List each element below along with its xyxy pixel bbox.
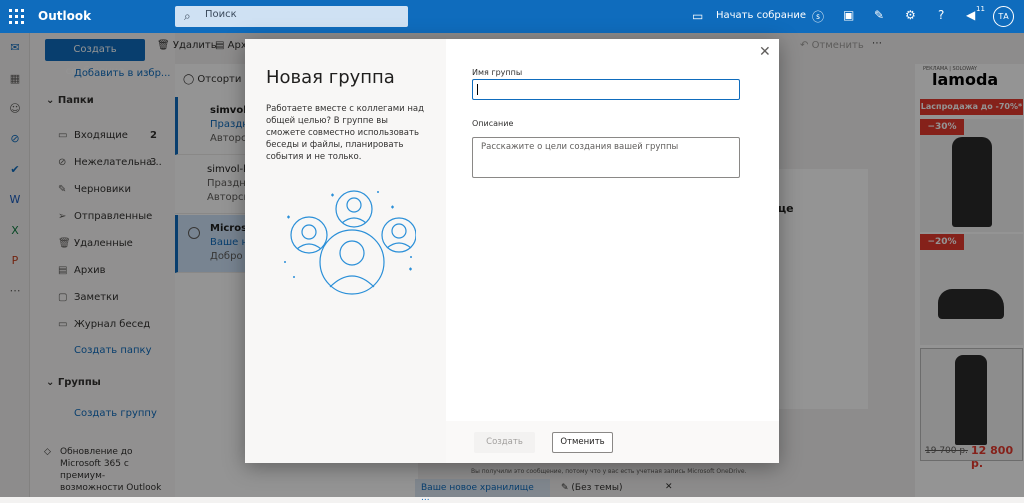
new-group-dialog: Новая группа Работаете вместе с коллегам…: [245, 39, 779, 463]
megaphone-icon[interactable]: ◀: [966, 8, 975, 22]
search-icon: ⌕: [184, 9, 191, 23]
feedback-icon[interactable]: ✎: [874, 8, 884, 22]
group-illustration-icon: [284, 190, 416, 295]
cancel-button[interactable]: Отменить: [552, 432, 613, 453]
search-placeholder: Поиск: [205, 9, 237, 20]
description-textarea[interactable]: Расскажите о цели создания вашей группы: [472, 137, 740, 178]
avatar[interactable]: ТА: [993, 6, 1014, 27]
group-name-label: Имя группы: [472, 68, 523, 77]
dialog-title: Новая группа: [266, 67, 395, 88]
dialog-footer: Создать Отменить: [446, 421, 779, 463]
dialog-info-panel: Новая группа Работаете вместе с коллегам…: [245, 39, 446, 463]
top-bar: Outlook ⌕ Поиск ▭ Начать собрание ⓢ ▣ ✎ …: [0, 0, 1024, 33]
create-button[interactable]: Создать: [474, 432, 535, 453]
search-input[interactable]: ⌕ Поиск: [175, 6, 408, 27]
notification-badge: 11: [976, 5, 985, 13]
skype-icon[interactable]: ⓢ: [812, 8, 824, 25]
description-label: Описание: [472, 119, 514, 128]
video-icon[interactable]: ▭: [692, 9, 703, 23]
close-icon[interactable]: ✕: [759, 44, 771, 60]
app-title[interactable]: Outlook: [38, 9, 91, 23]
app-launcher-icon[interactable]: [9, 9, 24, 24]
office-icon[interactable]: ▣: [843, 8, 854, 22]
group-name-input[interactable]: [472, 79, 740, 100]
dialog-description: Работаете вместе с коллегами над общей ц…: [266, 104, 425, 162]
help-icon[interactable]: ?: [938, 8, 944, 22]
meet-now-button[interactable]: Начать собрание: [716, 10, 806, 21]
gear-icon[interactable]: ⚙: [905, 8, 916, 22]
